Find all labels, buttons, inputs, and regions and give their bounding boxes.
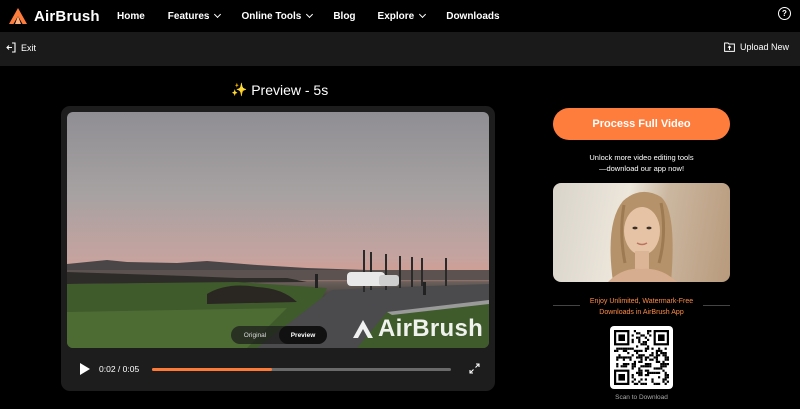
- exit-button[interactable]: Exit: [6, 42, 36, 53]
- upload-new-button[interactable]: Upload New: [724, 42, 789, 52]
- upload-new-label: Upload New: [739, 42, 789, 52]
- editor-toolbar: Exit Upload New: [0, 32, 800, 66]
- progress-bar[interactable]: [152, 368, 451, 371]
- unlock-text: Unlock more video editing tools —downloa…: [589, 153, 694, 173]
- playback-controls: 0:02 / 0:05: [61, 356, 495, 384]
- toggle-original[interactable]: Original: [231, 326, 279, 344]
- toggle-preview[interactable]: Preview: [279, 326, 327, 344]
- nav-item-blog[interactable]: Blog: [333, 11, 355, 22]
- airbrush-logo-icon: [9, 8, 27, 24]
- airbrush-watermark: AirBrush: [352, 315, 483, 343]
- exit-label: Exit: [21, 42, 37, 53]
- nav-item-downloads[interactable]: Downloads: [446, 11, 499, 22]
- chevron-down-icon: [419, 10, 427, 19]
- folder-upload-icon: [724, 42, 735, 52]
- top-navigation: AirBrush Home Features Online Tools Blog…: [0, 0, 800, 32]
- brand-name: AirBrush: [34, 7, 100, 25]
- original-preview-toggle: Original Preview: [231, 326, 327, 344]
- question-circle-icon[interactable]: ?: [778, 7, 791, 20]
- preview-title: ✨ Preview - 5s: [231, 82, 329, 98]
- chevron-down-icon: [214, 10, 222, 19]
- time-display: 0:02 / 0:05: [99, 364, 140, 374]
- promo-portrait-image: [553, 183, 730, 282]
- process-full-video-button[interactable]: Process Full Video: [553, 108, 730, 140]
- download-qr-code: [610, 326, 673, 389]
- airbrush-logo[interactable]: AirBrush: [8, 5, 100, 27]
- enjoy-unlimited-text: Enjoy Unlimited, Watermark-Free Download…: [589, 298, 694, 316]
- video-frame[interactable]: Original Preview AirBrush: [67, 112, 489, 348]
- nav-menu: Home Features Online Tools Blog Explore …: [117, 0, 500, 32]
- sparkle-icon: ✨: [231, 82, 248, 97]
- nav-item-home[interactable]: Home: [117, 11, 145, 22]
- scan-to-download-label: Scan to Download: [615, 394, 668, 401]
- video-player: Original Preview AirBrush 0:02 / 0:05: [61, 106, 495, 391]
- nav-item-explore[interactable]: Explore: [378, 10, 427, 22]
- progress-fill: [152, 368, 272, 371]
- play-icon[interactable]: [80, 363, 90, 375]
- airbrush-watermark-icon: [353, 320, 373, 338]
- chevron-down-icon: [306, 10, 314, 19]
- video-scene: [67, 250, 489, 348]
- fullscreen-icon[interactable]: [469, 363, 480, 374]
- portrait-illustration: [608, 191, 677, 282]
- nav-item-features[interactable]: Features: [168, 10, 222, 22]
- qr-code-icon: [614, 330, 669, 385]
- exit-icon: [6, 42, 16, 53]
- nav-item-online-tools[interactable]: Online Tools: [241, 10, 314, 22]
